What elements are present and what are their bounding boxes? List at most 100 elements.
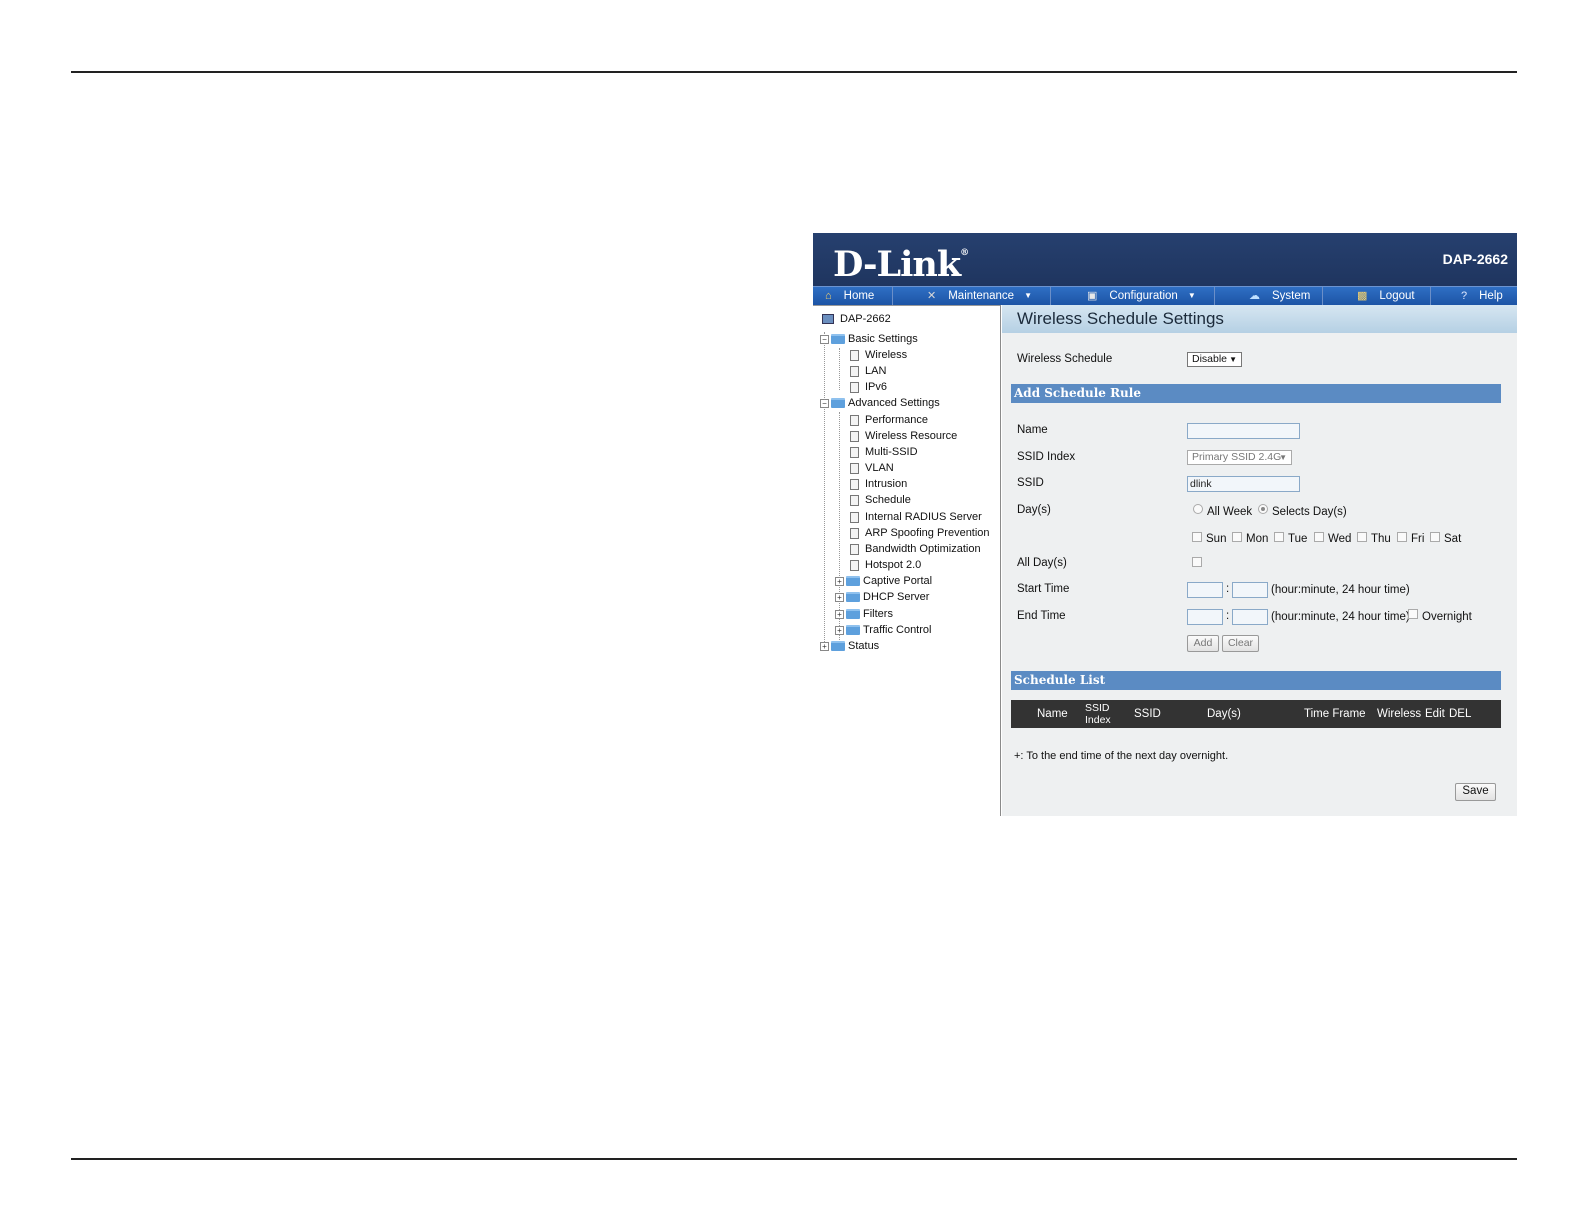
folder-icon <box>846 609 860 619</box>
tree-item-schedule[interactable]: Schedule <box>850 492 911 508</box>
help-icon: ? <box>1461 290 1468 302</box>
tue-checkbox[interactable] <box>1274 532 1284 542</box>
column-ssid: SSID <box>1134 708 1161 720</box>
clear-button[interactable]: Clear <box>1222 635 1259 652</box>
selects-days-label: Selects Day(s) <box>1272 506 1347 518</box>
ssid-input[interactable]: dlink <box>1187 476 1300 492</box>
model-name: DAP-2662 <box>1442 251 1508 267</box>
wireless-schedule-label: Wireless Schedule <box>1017 353 1113 365</box>
days-label: Day(s) <box>1017 504 1051 516</box>
nav-configuration[interactable]: ▣ Configuration ▼ <box>1051 287 1215 305</box>
expand-icon[interactable]: + <box>835 625 844 635</box>
sun-checkbox[interactable] <box>1192 532 1202 542</box>
schedule-list-columns: Name SSID Index SSID Day(s) Time Frame W… <box>1011 700 1501 728</box>
name-input[interactable] <box>1187 423 1300 439</box>
tree-item-vlan[interactable]: VLAN <box>850 460 894 476</box>
page-icon <box>850 559 859 571</box>
end-minute-input[interactable] <box>1232 609 1268 625</box>
page-icon <box>850 511 859 523</box>
tree-folder-captive-portal[interactable]: + Captive Portal <box>835 573 932 589</box>
save-button[interactable]: Save <box>1455 783 1496 801</box>
add-schedule-rule-header: Add Schedule Rule <box>1011 384 1501 403</box>
overnight-note: +: To the end time of the next day overn… <box>1014 750 1229 762</box>
expand-icon[interactable]: + <box>835 576 844 586</box>
wireless-schedule-select[interactable]: Disable ▼ <box>1187 352 1242 367</box>
overnight-checkbox[interactable] <box>1408 609 1418 619</box>
expand-icon[interactable]: + <box>835 592 844 602</box>
tree-item-hotspot[interactable]: Hotspot 2.0 <box>850 557 921 573</box>
nav-tree: DAP-2662 − Basic Settings Wireless LAN I… <box>813 305 1001 816</box>
tree-item-bandwidth-optimization[interactable]: Bandwidth Optimization <box>850 541 981 557</box>
all-week-label: All Week <box>1207 506 1253 518</box>
all-week-radio[interactable] <box>1193 504 1203 514</box>
page-icon <box>850 494 859 506</box>
name-label: Name <box>1017 424 1048 436</box>
ssid-index-select[interactable]: Primary SSID 2.4G ▼ <box>1187 450 1292 465</box>
nav-logout[interactable]: ▩ Logout <box>1323 287 1431 305</box>
tue-label: Tue <box>1288 533 1308 545</box>
home-icon: ⌂ <box>825 290 832 302</box>
dropdown-arrow-icon: ▼ <box>1229 355 1237 364</box>
column-time-frame: Time Frame <box>1304 708 1366 720</box>
nav-maintenance[interactable]: ✕ Maintenance ▼ <box>893 287 1051 305</box>
dlink-logo: D-Link® <box>833 244 969 285</box>
tree-folder-dhcp-server[interactable]: + DHCP Server <box>835 589 929 605</box>
tree-item-intrusion[interactable]: Intrusion <box>850 476 907 492</box>
tree-item-wireless[interactable]: Wireless <box>850 347 907 363</box>
nav-system[interactable]: ☁ System <box>1215 287 1323 305</box>
tree-item-ipv6[interactable]: IPv6 <box>850 379 887 395</box>
fri-checkbox[interactable] <box>1397 532 1407 542</box>
fri-label: Fri <box>1411 533 1425 545</box>
all-days-checkbox[interactable] <box>1192 557 1202 567</box>
time-colon: : <box>1226 583 1230 595</box>
tree-folder-filters[interactable]: + Filters <box>835 606 893 622</box>
tree-advanced-settings[interactable]: − Advanced Settings <box>820 395 940 411</box>
collapse-icon[interactable]: − <box>820 334 829 344</box>
tree-status[interactable]: + Status <box>820 638 879 654</box>
folder-icon <box>846 592 860 602</box>
folder-open-icon <box>831 334 845 344</box>
page-icon <box>850 446 859 458</box>
end-hour-input[interactable] <box>1187 609 1223 625</box>
collapse-icon[interactable]: − <box>820 398 829 408</box>
sat-label: Sat <box>1444 533 1462 545</box>
computer-icon <box>822 314 834 324</box>
sat-checkbox[interactable] <box>1430 532 1440 542</box>
page-icon <box>850 478 859 490</box>
thu-checkbox[interactable] <box>1357 532 1367 542</box>
start-hour-input[interactable] <box>1187 582 1223 598</box>
tree-root[interactable]: DAP-2662 <box>822 311 891 327</box>
column-name: Name <box>1037 708 1068 720</box>
schedule-list-header: Schedule List <box>1011 671 1501 690</box>
page-icon <box>850 414 859 426</box>
tree-folder-traffic-control[interactable]: + Traffic Control <box>835 622 931 638</box>
nav-home[interactable]: ⌂ Home <box>813 287 893 305</box>
tree-item-multi-ssid[interactable]: Multi-SSID <box>850 444 918 460</box>
nav-help[interactable]: ? Help <box>1431 287 1517 305</box>
mon-label: Mon <box>1246 533 1269 545</box>
tree-item-wireless-resource[interactable]: Wireless Resource <box>850 428 957 444</box>
tree-item-internal-radius[interactable]: Internal RADIUS Server <box>850 509 982 525</box>
header-banner: D-Link® DAP-2662 <box>813 233 1517 286</box>
page-bottom-rule <box>71 1158 1517 1160</box>
wed-checkbox[interactable] <box>1314 532 1324 542</box>
tree-item-performance[interactable]: Performance <box>850 412 928 428</box>
settings-panel: Wireless Schedule Settings Wireless Sche… <box>1002 305 1517 816</box>
folder-icon <box>846 576 860 586</box>
ssid-label: SSID <box>1017 477 1044 489</box>
dropdown-arrow-icon: ▼ <box>1279 453 1287 462</box>
page-icon <box>850 543 859 555</box>
mon-checkbox[interactable] <box>1232 532 1242 542</box>
end-time-hint: (hour:minute, 24 hour time) <box>1271 611 1410 623</box>
expand-icon[interactable]: + <box>820 641 829 651</box>
ssid-index-label: SSID Index <box>1017 451 1076 463</box>
tree-basic-settings[interactable]: − Basic Settings <box>820 331 918 347</box>
expand-icon[interactable]: + <box>835 609 844 619</box>
tree-item-lan[interactable]: LAN <box>850 363 886 379</box>
add-button[interactable]: Add <box>1187 635 1219 652</box>
end-time-label: End Time <box>1017 610 1066 622</box>
tree-item-arp-spoofing[interactable]: ARP Spoofing Prevention <box>850 525 990 541</box>
selects-days-radio[interactable] <box>1258 504 1268 514</box>
start-minute-input[interactable] <box>1232 582 1268 598</box>
top-nav: ⌂ Home ✕ Maintenance ▼ ▣ Configuration ▼… <box>813 286 1517 305</box>
